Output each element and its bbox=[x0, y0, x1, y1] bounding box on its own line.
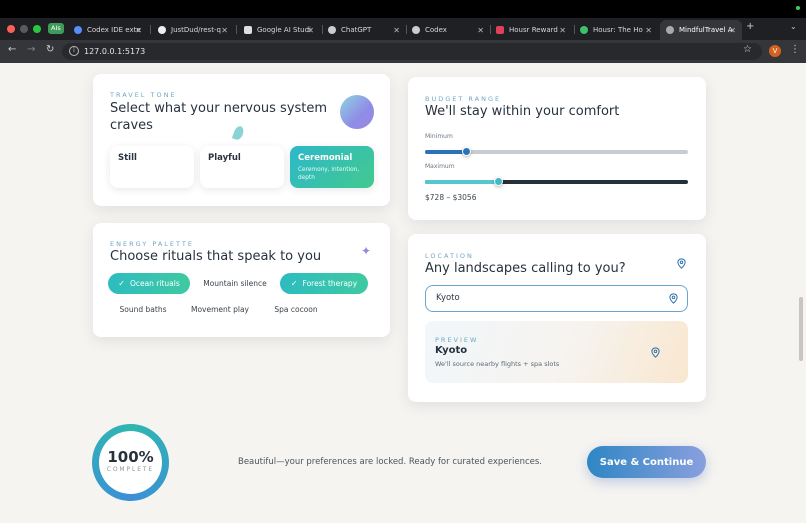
menu-kebab-icon[interactable]: ⋮ bbox=[790, 44, 800, 55]
close-window-button[interactable] bbox=[7, 25, 15, 33]
tab-group-label[interactable]: AIs bbox=[48, 23, 64, 34]
recording-indicator bbox=[796, 6, 800, 10]
tab-search-chevron-icon[interactable]: ⌄ bbox=[790, 22, 797, 31]
close-tab-icon[interactable]: ✕ bbox=[393, 26, 400, 35]
minimum-slider-handle[interactable] bbox=[462, 147, 471, 156]
chip-spa-cocoon[interactable]: Spa cocoon bbox=[263, 299, 329, 320]
check-icon: ✓ bbox=[290, 279, 298, 288]
location-input[interactable]: Kyoto bbox=[425, 285, 688, 312]
tab-chatgpt[interactable]: ChatGPT ✕ bbox=[322, 20, 406, 40]
preview-eyebrow: PREVIEW bbox=[435, 336, 479, 344]
chatgpt-icon bbox=[328, 26, 336, 34]
maximum-slider-handle[interactable] bbox=[494, 177, 503, 186]
energy-palette-title: Choose rituals that speak to you bbox=[110, 249, 322, 264]
close-tab-icon[interactable]: ✕ bbox=[477, 26, 484, 35]
location-preview: PREVIEW Kyoto We'll source nearby flight… bbox=[425, 321, 688, 383]
reload-icon[interactable]: ↻ bbox=[46, 44, 54, 55]
preview-title: Kyoto bbox=[435, 345, 468, 356]
map-pin-icon bbox=[669, 293, 678, 304]
profile-avatar[interactable]: V bbox=[769, 45, 781, 57]
globe-icon bbox=[666, 26, 674, 34]
check-icon: ✓ bbox=[118, 279, 125, 288]
new-tab-plus-icon[interactable]: + bbox=[746, 21, 754, 32]
back-arrow-icon[interactable]: ← bbox=[8, 44, 16, 55]
maximum-slider-fill bbox=[425, 180, 499, 184]
chip-mountain-silence[interactable]: Mountain silence bbox=[197, 273, 273, 294]
budget-range-value: $728 – $3056 bbox=[425, 193, 477, 202]
tab-codex-ide[interactable]: Codex IDE exte ✕ bbox=[68, 20, 148, 40]
location-eyebrow: LOCATION bbox=[425, 252, 474, 260]
codex-icon bbox=[412, 26, 420, 34]
tone-option-still[interactable]: Still bbox=[110, 146, 194, 188]
status-message: Beautiful—your preferences are locked. R… bbox=[238, 457, 542, 467]
menu-bar bbox=[0, 0, 806, 18]
minimum-label: Minimum bbox=[425, 133, 453, 140]
location-title: Any landscapes calling to you? bbox=[425, 261, 626, 276]
sparkle-icon: ✦ bbox=[361, 244, 372, 258]
chip-sound-baths[interactable]: Sound baths bbox=[108, 299, 178, 320]
tone-option-playful[interactable]: Playful bbox=[200, 146, 284, 188]
forward-arrow-icon[interactable]: → bbox=[27, 44, 35, 55]
travel-tone-eyebrow: TRAVEL TONE bbox=[110, 91, 177, 99]
budget-title: We'll stay within your comfort bbox=[425, 104, 620, 119]
tab-google-ai-studio[interactable]: Google AI Studi ✕ bbox=[238, 20, 320, 40]
close-tab-icon[interactable]: ✕ bbox=[307, 26, 314, 35]
housr-leaf-icon bbox=[580, 26, 588, 34]
travel-tone-card: TRAVEL TONE Select what your nervous sys… bbox=[93, 74, 390, 206]
budget-range-card: BUDGET RANGE We'll stay within your comf… bbox=[408, 77, 706, 220]
chip-ocean-rituals[interactable]: ✓ Ocean rituals bbox=[108, 273, 190, 294]
progress-percent: 100% bbox=[107, 448, 154, 466]
navigation-bar: ← → ↻ i 127.0.0.1:5173 ☆ V ⋮ bbox=[0, 40, 806, 63]
close-tab-icon[interactable]: ✕ bbox=[645, 26, 652, 35]
housr-icon bbox=[496, 26, 504, 34]
budget-eyebrow: BUDGET RANGE bbox=[425, 95, 502, 103]
maximum-slider-track[interactable] bbox=[425, 177, 688, 186]
close-tab-icon[interactable]: ✕ bbox=[729, 26, 736, 35]
tab-mindfultravel[interactable]: MindfulTravel A ✕ bbox=[660, 20, 742, 40]
google-ai-studio-icon bbox=[244, 26, 252, 34]
maximize-window-button[interactable] bbox=[33, 25, 41, 33]
minimize-window-button[interactable] bbox=[20, 25, 28, 33]
tab-housr-home[interactable]: Housr: The Ho ✕ bbox=[574, 20, 658, 40]
bookmark-star-icon[interactable]: ☆ bbox=[743, 44, 752, 55]
page-scrollbar[interactable] bbox=[799, 297, 803, 361]
github-icon bbox=[158, 26, 166, 34]
chip-movement-play[interactable]: Movement play bbox=[185, 299, 255, 320]
close-tab-icon[interactable]: ✕ bbox=[135, 26, 142, 35]
maximum-label: Maximum bbox=[425, 163, 455, 170]
close-tab-icon[interactable]: ✕ bbox=[221, 26, 228, 35]
map-pin-icon bbox=[677, 258, 686, 269]
tab-bar: AIs Codex IDE exte ✕ JustDud/rest-q ✕ Go… bbox=[0, 18, 806, 40]
minimum-slider-track[interactable] bbox=[425, 147, 688, 156]
progress-ring: 100% COMPLETE bbox=[92, 424, 169, 501]
tab-housr-rewards[interactable]: Housr Reward ✕ bbox=[490, 20, 572, 40]
preview-subtitle: We'll source nearby flights + spa slots bbox=[435, 360, 560, 368]
map-pin-icon bbox=[651, 347, 660, 358]
chip-forest-therapy[interactable]: ✓ Forest therapy bbox=[280, 273, 368, 294]
address-bar[interactable]: i 127.0.0.1:5173 bbox=[62, 43, 762, 60]
progress-ring-center: 100% COMPLETE bbox=[99, 431, 162, 494]
tab-github[interactable]: JustDud/rest-q ✕ bbox=[152, 20, 234, 40]
save-continue-button[interactable]: Save & Continue bbox=[587, 446, 706, 478]
codex-ide-favicon-icon bbox=[74, 26, 82, 34]
mood-orb-icon bbox=[340, 95, 374, 129]
minimum-slider-fill bbox=[425, 150, 467, 154]
travel-tone-title: Select what your nervous system craves bbox=[110, 101, 328, 133]
location-card: LOCATION Any landscapes calling to you? … bbox=[408, 234, 706, 402]
tone-option-description: Ceremony, intention, depth bbox=[298, 167, 360, 181]
energy-palette-eyebrow: ENERGY PALETTE bbox=[110, 240, 194, 248]
site-info-icon[interactable]: i bbox=[69, 46, 79, 56]
tone-option-ceremonial[interactable]: Ceremonial Ceremony, intention, depth bbox=[290, 146, 374, 188]
close-tab-icon[interactable]: ✕ bbox=[559, 26, 566, 35]
energy-palette-card: ENERGY PALETTE Choose rituals that speak… bbox=[93, 223, 390, 337]
progress-label: COMPLETE bbox=[106, 467, 155, 473]
tab-codex[interactable]: Codex ✕ bbox=[406, 20, 490, 40]
